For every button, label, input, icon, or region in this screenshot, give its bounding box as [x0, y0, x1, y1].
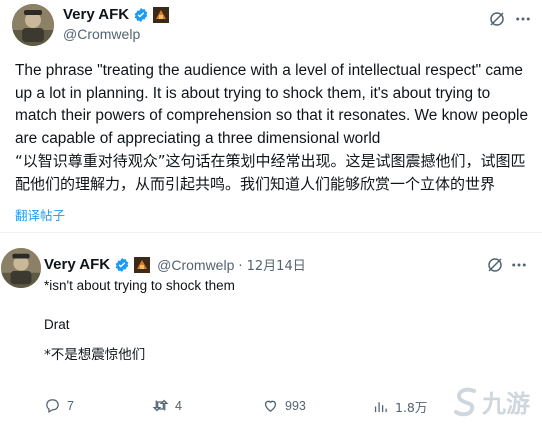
views-count: 1.8万	[395, 400, 428, 415]
reply-handle[interactable]: @Cromwelp	[157, 257, 234, 273]
heart-icon	[264, 400, 277, 412]
grok-icon[interactable]	[484, 254, 506, 276]
repost-icon	[152, 399, 169, 412]
reply-text-line3: *不是想震惊他们	[44, 347, 146, 363]
like-button[interactable]: 993	[262, 397, 306, 414]
more-options-icon[interactable]	[512, 8, 534, 30]
reply-display-name[interactable]: Very AFK	[44, 256, 110, 273]
tweet-text-en: The phrase "treating the audience with a…	[15, 62, 529, 147]
more-options-icon[interactable]	[508, 254, 530, 276]
affiliate-badge-icon	[153, 6, 170, 23]
like-count: 993	[285, 398, 306, 413]
reply-text-line2: Drat	[44, 317, 70, 332]
tweet-text-zh: “以智识尊重对待观众”这句话在策划中经常出现。这是试图震撼他们，试图匹配他们的理…	[15, 152, 526, 193]
avatar-image	[1, 248, 41, 288]
verified-badge-icon	[134, 7, 148, 22]
avatar[interactable]	[12, 4, 54, 46]
repost-button[interactable]: 4	[152, 397, 182, 414]
reply-date[interactable]: · 12月14日	[238, 255, 305, 274]
reply-avatar[interactable]	[1, 248, 41, 288]
watermark-s-icon	[454, 387, 476, 416]
reply-button[interactable]: 7	[44, 397, 74, 414]
verified-badge-icon	[115, 257, 129, 272]
divider	[0, 232, 542, 233]
avatar-image	[12, 4, 54, 46]
affiliate-badge-icon	[134, 256, 151, 273]
views-button[interactable]: 1.8万	[372, 397, 427, 416]
display-name[interactable]: Very AFK	[63, 6, 129, 23]
grok-icon[interactable]	[486, 8, 508, 30]
reply-icon	[46, 399, 59, 414]
reply-count: 7	[67, 398, 74, 413]
repost-count: 4	[175, 398, 182, 413]
watermark-text: 九游	[482, 390, 530, 418]
views-chart-icon	[374, 402, 387, 413]
watermark-logo: 九游	[452, 384, 530, 419]
translate-post-link[interactable]: 翻译帖子	[15, 205, 65, 224]
reply-text-line1: *isn't about trying to shock them	[44, 278, 235, 293]
user-handle[interactable]: @Cromwelp	[63, 26, 140, 42]
